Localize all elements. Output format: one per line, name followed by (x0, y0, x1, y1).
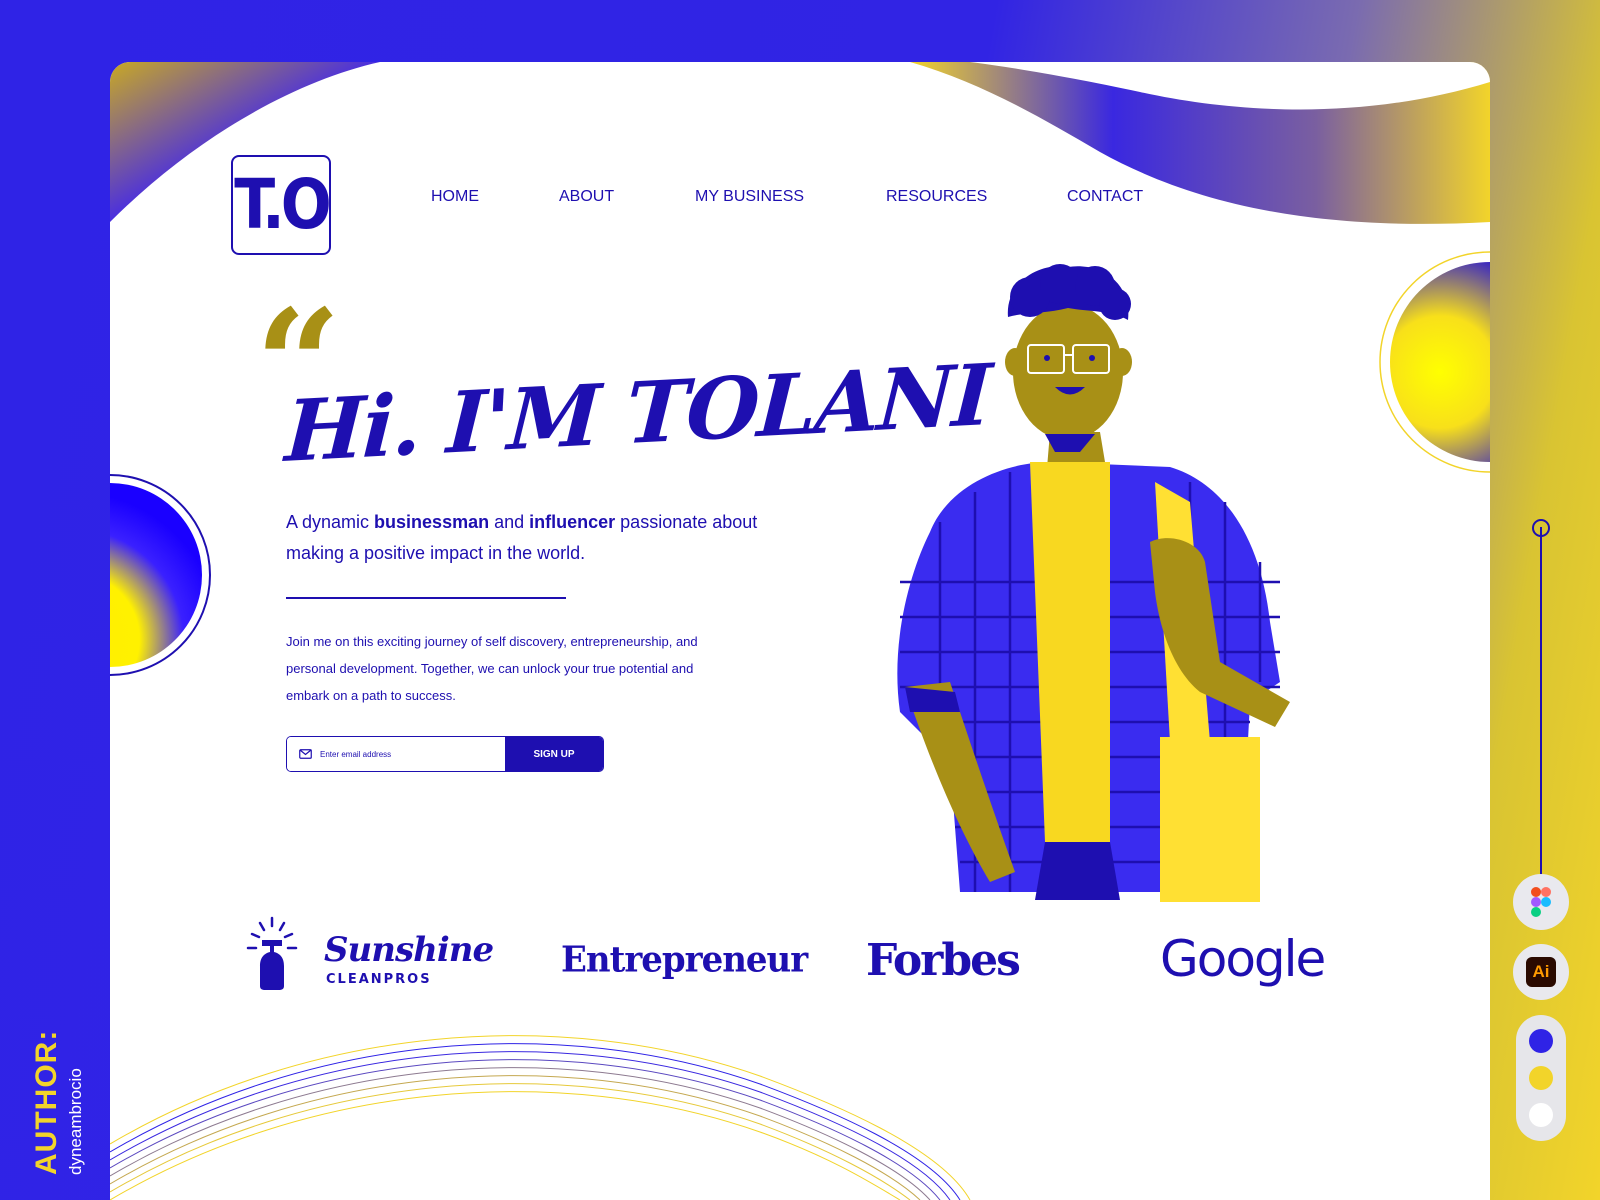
spray-bottle-icon (246, 916, 298, 990)
tool-rail-line (1540, 527, 1542, 917)
nav-home[interactable]: HOME (431, 188, 479, 206)
swatch-blue[interactable] (1529, 1029, 1553, 1053)
mail-icon (299, 749, 312, 759)
nav-contact[interactable]: CONTACT (1067, 188, 1143, 206)
hero-divider (286, 597, 566, 599)
author-label: AUTHOR: (30, 1029, 63, 1175)
swatch-yellow[interactable] (1529, 1066, 1553, 1090)
nav-resources[interactable]: RESOURCES (886, 188, 987, 206)
landing-page-card: T.O HOME ABOUT MY BUSINESS RESOURCES CON… (110, 62, 1490, 1200)
illustrator-icon: Ai (1526, 957, 1556, 987)
illustrator-tool-button[interactable]: Ai (1513, 944, 1569, 1000)
entrepreneur-logo: Entrepreneur (561, 939, 808, 981)
hero-body-text: Join me on this exciting journey of self… (286, 634, 698, 703)
email-field-wrapper (287, 737, 505, 771)
forbes-logo: Forbes (866, 935, 1021, 986)
sign-up-button[interactable]: SIGN UP (505, 737, 603, 771)
nav-my-business[interactable]: MY BUSINESS (695, 188, 804, 206)
figma-icon (1531, 887, 1551, 917)
author-name: dyneambrocio (66, 1068, 85, 1175)
sunshine-cleanpros-logo: Sunshine (324, 930, 494, 970)
newsletter-signup-form: SIGN UP (286, 736, 604, 772)
swatch-white[interactable] (1529, 1103, 1553, 1127)
nav-about[interactable]: ABOUT (559, 188, 614, 206)
figma-tool-button[interactable] (1513, 874, 1569, 930)
google-logo: Google (1160, 930, 1326, 988)
main-navigation: HOME ABOUT MY BUSINESS RESOURCES CONTACT (110, 188, 1490, 212)
hero-intro: A dynamic businessman and influencer pas… (286, 512, 758, 563)
color-swatches (1516, 1015, 1566, 1141)
email-input[interactable] (320, 749, 480, 759)
tool-rail-dot (1532, 519, 1550, 537)
author-credit: AUTHOR: dyneambrocio (30, 1030, 86, 1175)
sunshine-cleanpros-subtitle: CLEANPROS (326, 972, 432, 987)
